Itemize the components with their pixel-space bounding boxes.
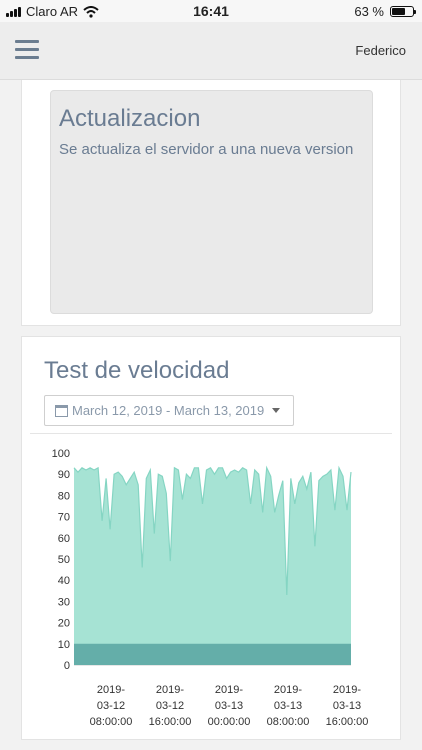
hamburger-icon[interactable]: [15, 40, 39, 60]
y-tick-label: 100: [52, 448, 70, 460]
x-tick-label: 2019-03-13 08:00:00: [267, 684, 310, 728]
user-name[interactable]: Federico: [355, 43, 406, 58]
y-tick-label: 80: [58, 490, 70, 502]
battery-percent: 63 %: [354, 4, 384, 19]
series-area-lower: [74, 643, 351, 665]
y-tick-label: 50: [58, 554, 70, 566]
battery-fill: [392, 8, 405, 15]
y-tick-label: 90: [58, 469, 70, 481]
series-area-upper: [74, 467, 351, 665]
y-tick-label: 10: [58, 639, 70, 651]
y-tick-label: 60: [58, 533, 70, 545]
x-tick-label: 2019-03-12 16:00:00: [149, 684, 192, 728]
y-tick-label: 30: [58, 596, 70, 608]
x-tick-label: 2019-03-13 16:00:00: [326, 684, 369, 728]
update-text: Se actualiza el servidor a una nueva ver…: [59, 141, 354, 158]
y-tick-label: 0: [64, 660, 70, 672]
y-tick-label: 40: [58, 575, 70, 587]
update-title: Actualizacion: [59, 105, 201, 132]
battery-icon: [390, 6, 416, 17]
speed-test-card: Test de velocidad March 12, 2019 - March…: [21, 336, 401, 740]
y-tick-label: 20: [58, 618, 70, 630]
x-tick-label: 2019-03-12 08:00:00: [90, 684, 133, 728]
status-bar: Claro AR 16:41 63 %: [0, 0, 422, 22]
update-notice: Actualizacion Se actualiza el servidor a…: [50, 90, 373, 314]
x-tick-label: 2019-03-13 00:00:00: [208, 684, 251, 728]
status-right: 63 %: [354, 4, 416, 19]
y-tick-label: 70: [58, 512, 70, 524]
update-card: Actualizacion Se actualiza el servidor a…: [21, 80, 401, 326]
top-navbar: Federico: [0, 22, 422, 80]
speed-chart: 0 10 20 30 40 50 60 70 80 90 100 2019-03-12 08:00:00…: [52, 448, 369, 728]
